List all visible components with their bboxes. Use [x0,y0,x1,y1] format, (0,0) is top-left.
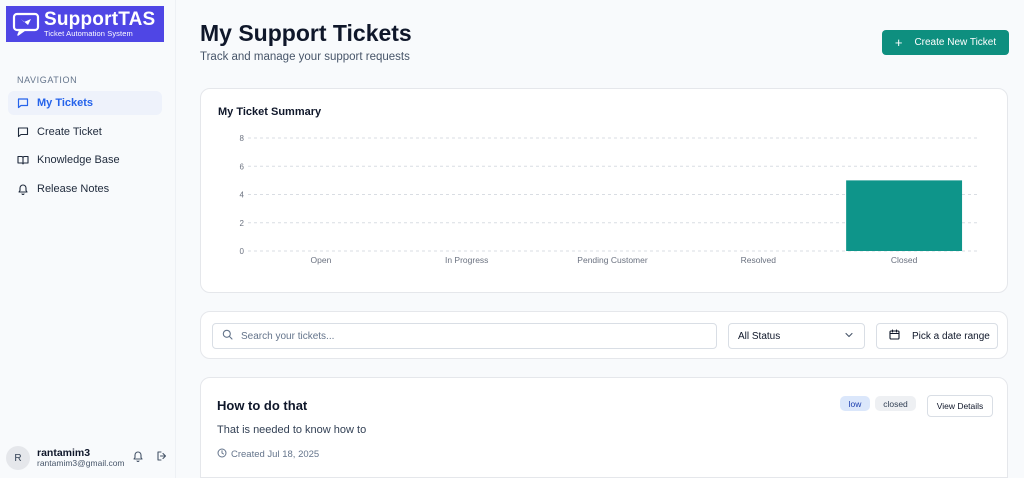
ticket-summary-card: My Ticket Summary 0 2 4 6 8 Open In Progress Pe… [200,88,1008,293]
message-square-icon [17,126,29,138]
user-email: rantamim3@gmail.com [37,458,125,469]
sidebar: SupportTAS Ticket Automation System NAVI… [0,0,176,478]
search-box[interactable] [212,323,717,349]
status-select[interactable]: All Status [728,323,865,349]
plus-icon: + [894,35,903,50]
chart-bar [846,180,963,251]
book-open-icon [17,154,29,166]
y-tick-label: 6 [240,162,245,171]
nav-heading: NAVIGATION [17,75,78,85]
x-tick-label: In Progress [445,255,488,265]
sidebar-item-my-tickets[interactable]: My Tickets [8,91,162,115]
create-new-ticket-label: Create New Ticket [914,37,997,48]
search-input[interactable] [241,330,691,342]
ticket-description: That is needed to know how to [217,424,367,436]
calendar-icon [889,329,900,343]
search-icon [222,327,233,345]
sidebar-item-create-ticket[interactable]: Create Ticket [8,120,162,144]
ticket-summary-chart: 0 2 4 6 8 Open In Progress Pending Customer Reso… [240,134,977,265]
x-tick-label: Open [311,255,332,265]
notifications-bell-icon[interactable] [132,450,144,462]
brand-tagline: Ticket Automation System [44,29,133,39]
x-tick-label: Resolved [741,255,777,265]
page-subtitle: Track and manage your support requests [200,51,410,63]
date-range-label: Pick a date range [912,330,990,342]
ticket-title[interactable]: How to do that [217,398,307,413]
sidebar-item-label: Knowledge Base [37,154,120,166]
filters-bar: All Status Pick a date range [200,311,1008,359]
y-tick-label: 4 [240,191,245,200]
sidebar-item-knowledge-base[interactable]: Knowledge Base [8,148,162,172]
sidebar-item-label: My Tickets [37,97,94,109]
user-profile: R rantamim3 rantamim3@gmail.com [6,445,174,471]
chevron-down-icon [844,330,854,343]
ticket-chat-icon [10,10,42,38]
y-tick-label: 2 [240,219,245,228]
brand-name: SupportTAS [44,9,156,31]
brand-logo[interactable]: SupportTAS Ticket Automation System [6,6,164,42]
y-tick-label: 0 [240,247,245,256]
date-range-picker[interactable]: Pick a date range [876,323,998,349]
sidebar-item-release-notes[interactable]: Release Notes [8,177,162,201]
sidebar-item-label: Create Ticket [37,125,102,138]
x-tick-label: Closed [891,255,918,265]
y-tick-label: 8 [240,134,245,143]
avatar[interactable]: R [6,446,30,470]
priority-badge: low [840,396,870,411]
x-tick-label: Pending Customer [577,255,648,265]
status-select-value: All Status [738,330,781,342]
ticket-card[interactable]: How to do that That is needed to know ho… [200,377,1008,478]
status-badge: closed [875,396,916,411]
logout-icon[interactable] [156,450,168,462]
ticket-created-text: Created Jul 18, 2025 [231,449,320,460]
clock-icon [217,448,227,461]
create-new-ticket-button[interactable]: + Create New Ticket [882,30,1009,55]
sidebar-item-label: Release Notes [37,182,110,195]
bell-icon [17,183,29,195]
view-details-button[interactable]: View Details [927,395,993,417]
sidebar-nav: My Tickets Create Ticket Knowledge Base … [8,91,162,205]
message-square-icon [17,97,29,109]
page-title: My Support Tickets [200,20,412,46]
ticket-created: Created Jul 18, 2025 [217,448,319,461]
